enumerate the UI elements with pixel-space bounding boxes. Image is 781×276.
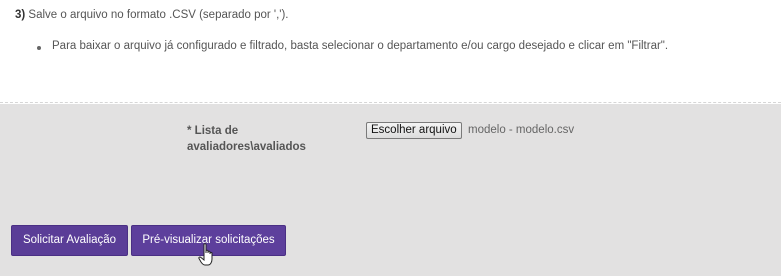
file-field-label: * Lista de avaliadores\avaliados <box>187 123 337 155</box>
hand-pointer-icon <box>198 243 213 266</box>
bullet-instruction: Para baixar o arquivo já configurado e f… <box>52 40 669 52</box>
file-field-label-line1: * Lista de <box>187 125 239 137</box>
file-field-label-line2: avaliadores\avaliados <box>187 141 306 153</box>
divider <box>0 102 781 103</box>
step-text: Salve o arquivo no formato .CSV (separad… <box>25 9 289 21</box>
step-instruction: 3) Salve o arquivo no formato .CSV (sepa… <box>15 9 289 21</box>
choose-file-button[interactable]: Escolher arquivo <box>366 122 462 139</box>
bullet-icon <box>37 46 41 50</box>
request-evaluation-button[interactable]: Solicitar Avaliação <box>11 225 128 256</box>
step-number: 3) <box>15 9 26 21</box>
selected-file-name: modelo - modelo.csv <box>468 124 575 136</box>
